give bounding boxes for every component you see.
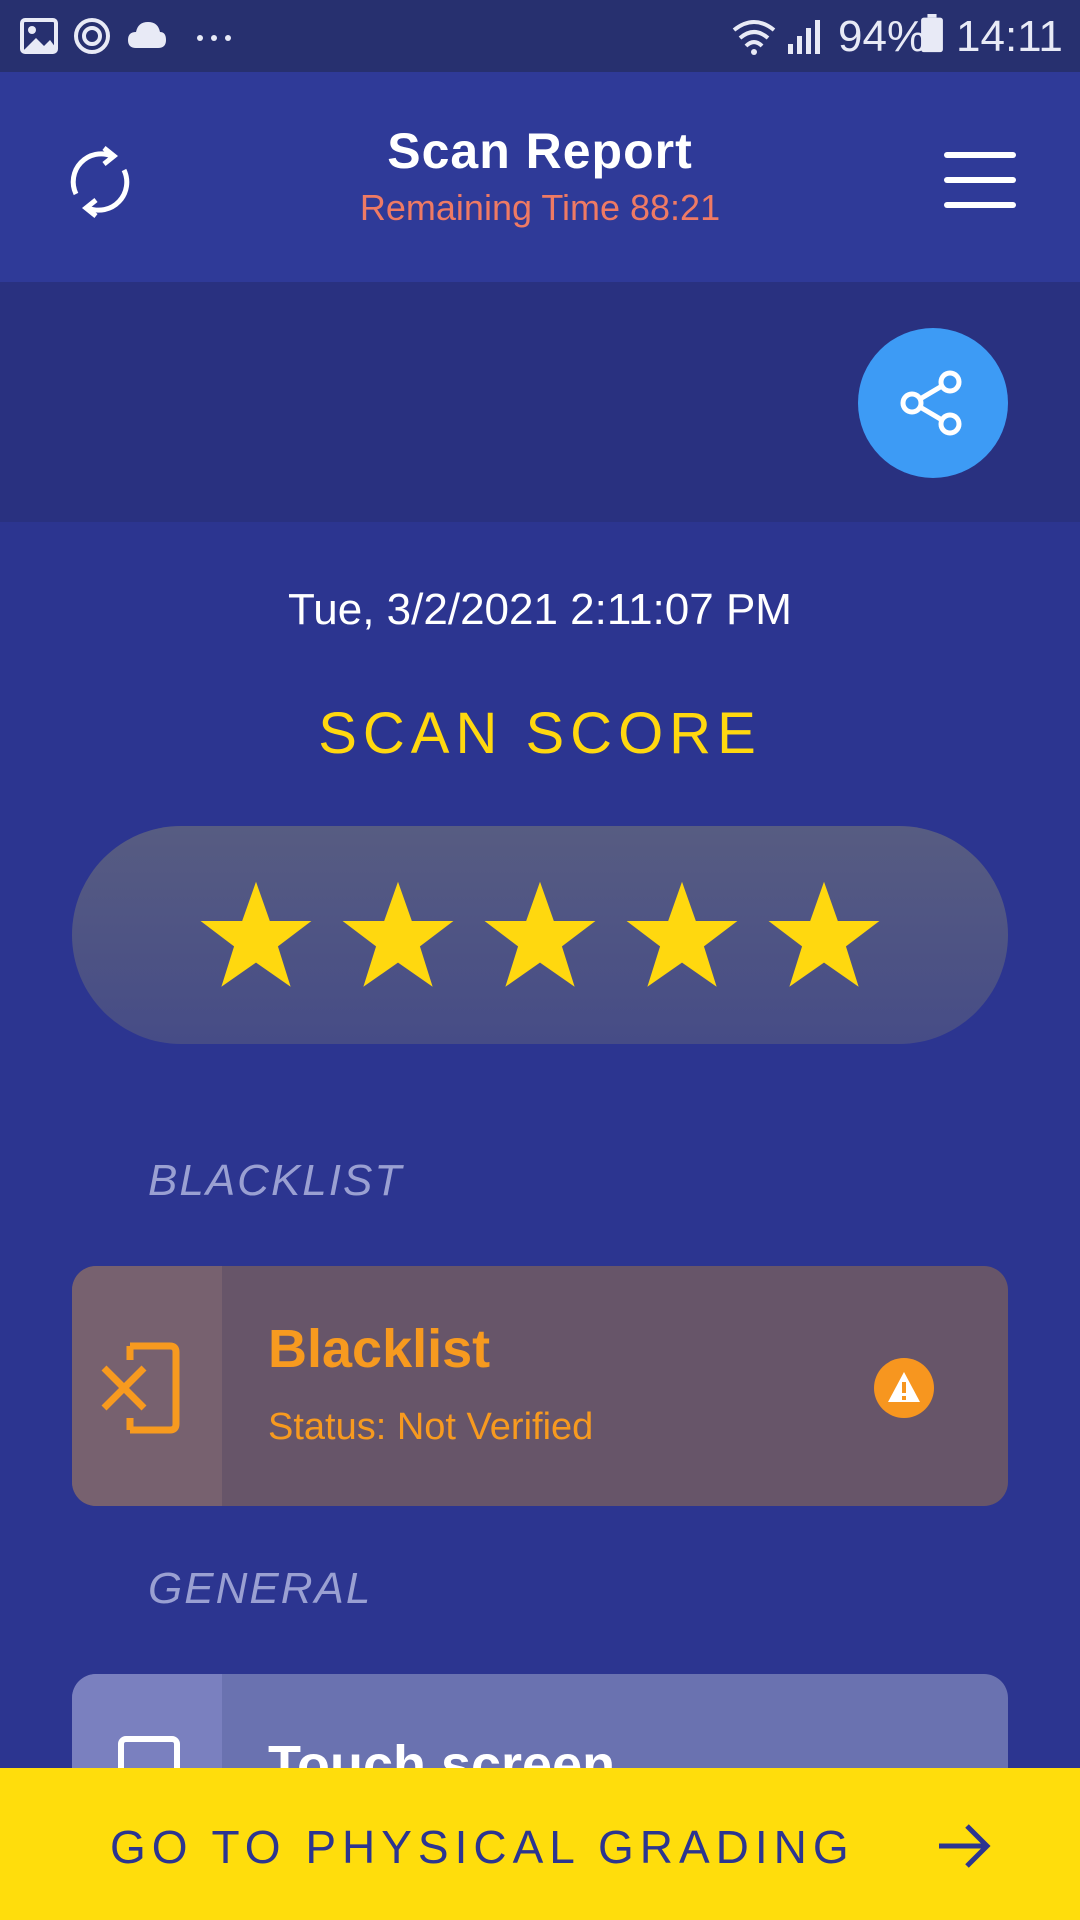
star-icon: [768, 881, 880, 987]
page-title: Scan Report: [387, 123, 693, 179]
status-bar: 94% 14:11: [0, 0, 1080, 72]
scan-score-title: SCAN SCORE: [318, 701, 762, 766]
battery-percent: 94%: [838, 12, 927, 61]
cloud-icon: [128, 22, 166, 48]
star-icon: [484, 881, 596, 987]
menu-button[interactable]: [940, 152, 1020, 212]
device-blocked-icon: [101, 1342, 180, 1434]
clock: 14:11: [956, 12, 1063, 61]
star-icon: [200, 881, 312, 987]
more-icon: [197, 35, 231, 41]
remaining-time: Remaining Time 88:21: [359, 187, 721, 228]
section-label-blacklist: BLACKLIST: [148, 1156, 404, 1205]
gallery-icon: [20, 18, 58, 54]
star-rating: [72, 826, 1008, 1044]
share-icon: [900, 370, 962, 436]
share-button[interactable]: [858, 328, 1008, 478]
share-band: [0, 282, 1080, 522]
scan-datetime: Tue, 3/2/2021 2:11:07 PM: [288, 585, 792, 634]
wifi-icon: [732, 20, 776, 55]
physical-grading-button[interactable]: GO TO PHYSICAL GRADING: [0, 1768, 1080, 1920]
signal-icon: [788, 20, 820, 54]
blacklist-card[interactable]: Blacklist Status: Not Verified: [72, 1266, 1008, 1506]
card-icon-panel: [72, 1266, 222, 1506]
star-icon: [342, 881, 454, 987]
physical-grading-label: GO TO PHYSICAL GRADING: [110, 1821, 855, 1873]
sync-icon: [74, 18, 110, 54]
warning-icon: [874, 1358, 934, 1418]
battery-icon: [921, 14, 943, 53]
arrow-right-icon: [939, 1824, 991, 1868]
blacklist-status: Status: Not Verified: [268, 1406, 594, 1448]
app-bar: Scan Report Remaining Time 88:21: [0, 72, 1080, 282]
star-icon: [626, 881, 738, 987]
blacklist-title: Blacklist: [268, 1319, 491, 1379]
section-label-general: GENERAL: [148, 1564, 373, 1613]
